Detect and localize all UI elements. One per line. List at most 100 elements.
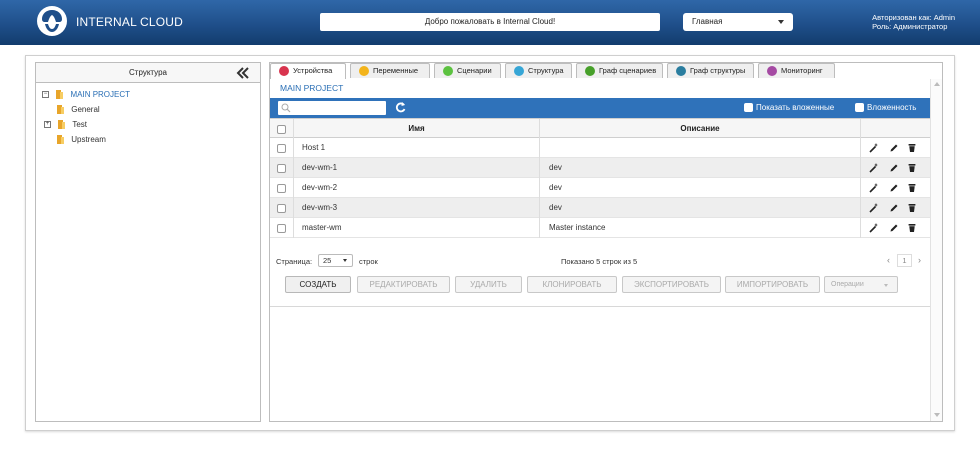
magic-wand-icon[interactable] (869, 163, 879, 173)
row-checkbox[interactable] (277, 204, 286, 213)
show-nested-checkbox[interactable]: Показать вложенные (744, 103, 834, 113)
structure-panel-title: Структура (129, 68, 167, 77)
trash-icon[interactable] (907, 183, 917, 193)
table-row[interactable]: dev-wm-2 dev (270, 178, 930, 198)
checkbox-box (855, 103, 864, 112)
structure-tree: − MAIN PROJECT General + Test Upstream (36, 83, 260, 147)
row-checkbox[interactable] (277, 224, 286, 233)
pencil-icon[interactable] (889, 163, 899, 173)
magic-wand-icon[interactable] (869, 203, 879, 213)
scroll-up-icon[interactable] (934, 82, 940, 86)
search-input[interactable] (278, 101, 386, 115)
page-number[interactable]: 1 (897, 254, 912, 267)
tree-node-upstream[interactable]: Upstream (42, 132, 260, 147)
tree-node-label: General (71, 105, 100, 114)
app-logo-icon[interactable] (37, 6, 67, 36)
import-button[interactable]: ИМПОРТИРОВАТЬ (725, 276, 820, 293)
table-row[interactable]: master-wm Master instance (270, 218, 930, 238)
row-checkbox[interactable] (277, 164, 286, 173)
pencil-icon[interactable] (889, 183, 899, 193)
column-header-name[interactable]: Имя (294, 119, 540, 139)
tab-variables[interactable]: Переменные (350, 63, 430, 78)
table-row[interactable]: Host 1 (270, 138, 930, 158)
row-name: dev-wm-1 (294, 158, 540, 178)
refresh-icon[interactable] (394, 101, 407, 114)
vertical-scrollbar[interactable] (930, 79, 942, 421)
prev-page-icon[interactable]: ‹ (887, 255, 890, 265)
clone-button[interactable]: КЛОНИРОВАТЬ (527, 276, 617, 293)
structure-dot-icon (514, 66, 524, 76)
export-button[interactable]: ЭКСПОРТИРОВАТЬ (622, 276, 721, 293)
pencil-icon[interactable] (889, 223, 899, 233)
select-all-checkbox[interactable] (277, 125, 286, 134)
auth-user: Авторизован как: Admin (872, 13, 955, 22)
tab-devices[interactable]: Устройства (270, 63, 346, 79)
breadcrumb[interactable]: MAIN PROJECT (280, 83, 343, 93)
row-description: dev (540, 198, 861, 218)
column-header-actions (861, 119, 930, 139)
auth-info: Авторизован как: Admin Роль: Администрат… (872, 13, 955, 31)
folder-icon (57, 105, 64, 115)
tab-structure-graph[interactable]: Граф структуры (667, 63, 754, 78)
table-row[interactable]: dev-wm-3 dev (270, 198, 930, 218)
tab-scenarios[interactable]: Сценарии (434, 63, 501, 78)
magic-wand-icon[interactable] (869, 143, 879, 153)
scenarios-dot-icon (443, 66, 453, 76)
scroll-down-icon[interactable] (934, 413, 940, 417)
nesting-label: Вложенность (867, 103, 917, 112)
row-actions (861, 218, 930, 238)
row-actions (861, 158, 930, 178)
row-name: dev-wm-3 (294, 198, 540, 218)
nesting-checkbox[interactable]: Вложенность (855, 103, 916, 113)
row-checkbox[interactable] (277, 144, 286, 153)
trash-icon[interactable] (907, 143, 917, 153)
next-page-icon[interactable]: › (918, 255, 921, 265)
folder-icon (56, 90, 64, 100)
page-size-value: 25 (323, 256, 332, 265)
table-row[interactable]: dev-wm-1 dev (270, 158, 930, 178)
tab-label: Мониторинг (781, 66, 823, 75)
tab-scenario-graph[interactable]: Граф сценариев (576, 63, 663, 78)
main-nav-select-value: Главная (692, 17, 723, 26)
magic-wand-icon[interactable] (869, 223, 879, 233)
row-name: Host 1 (294, 138, 540, 158)
operations-label: Операции (831, 281, 864, 288)
devices-dot-icon (279, 66, 289, 76)
tree-node-main-project[interactable]: − MAIN PROJECT (42, 87, 260, 102)
tree-node-test[interactable]: + Test (42, 117, 260, 132)
delete-button[interactable]: УДАЛИТЬ (455, 276, 522, 293)
grid-toolbar: Показать вложенные Вложенность (270, 98, 930, 118)
row-checkbox[interactable] (277, 184, 286, 193)
tab-structure[interactable]: Структура (505, 63, 572, 78)
search-icon (281, 103, 291, 113)
pencil-icon[interactable] (889, 143, 899, 153)
row-description: dev (540, 158, 861, 178)
pager: Страница: 25 строк Показано 5 строк из 5… (270, 254, 930, 270)
devices-table: Имя Описание Host 1 dev-wm-1 dev dev-wm-… (270, 118, 930, 238)
create-button[interactable]: СОЗДАТЬ (285, 276, 351, 293)
trash-icon[interactable] (907, 203, 917, 213)
table-header-row: Имя Описание (270, 118, 930, 139)
tree-node-general[interactable]: General (42, 102, 260, 117)
row-description (540, 138, 861, 158)
monitoring-dot-icon (767, 66, 777, 76)
edit-button[interactable]: РЕДАКТИРОВАТЬ (357, 276, 450, 293)
page-size-select[interactable]: 25 (318, 254, 353, 267)
trash-icon[interactable] (907, 163, 917, 173)
select-all-cell (270, 119, 294, 139)
trash-icon[interactable] (907, 223, 917, 233)
collapse-panel-icon[interactable] (236, 67, 250, 79)
tree-collapse-toggle[interactable]: − (42, 91, 49, 99)
structure-panel: Структура − MAIN PROJECT General + Test … (35, 62, 261, 422)
tree-expand-toggle[interactable]: + (44, 121, 51, 129)
tab-monitoring[interactable]: Мониторинг (758, 63, 835, 78)
main-nav-select[interactable]: Главная (683, 13, 793, 31)
row-select-cell (270, 218, 294, 238)
tab-label: Граф сценариев (599, 66, 657, 75)
row-actions (861, 198, 930, 218)
operations-select[interactable]: Операции (824, 276, 898, 293)
page-label: Страница: (276, 257, 313, 266)
pencil-icon[interactable] (889, 203, 899, 213)
magic-wand-icon[interactable] (869, 183, 879, 193)
column-header-description[interactable]: Описание (540, 119, 861, 139)
